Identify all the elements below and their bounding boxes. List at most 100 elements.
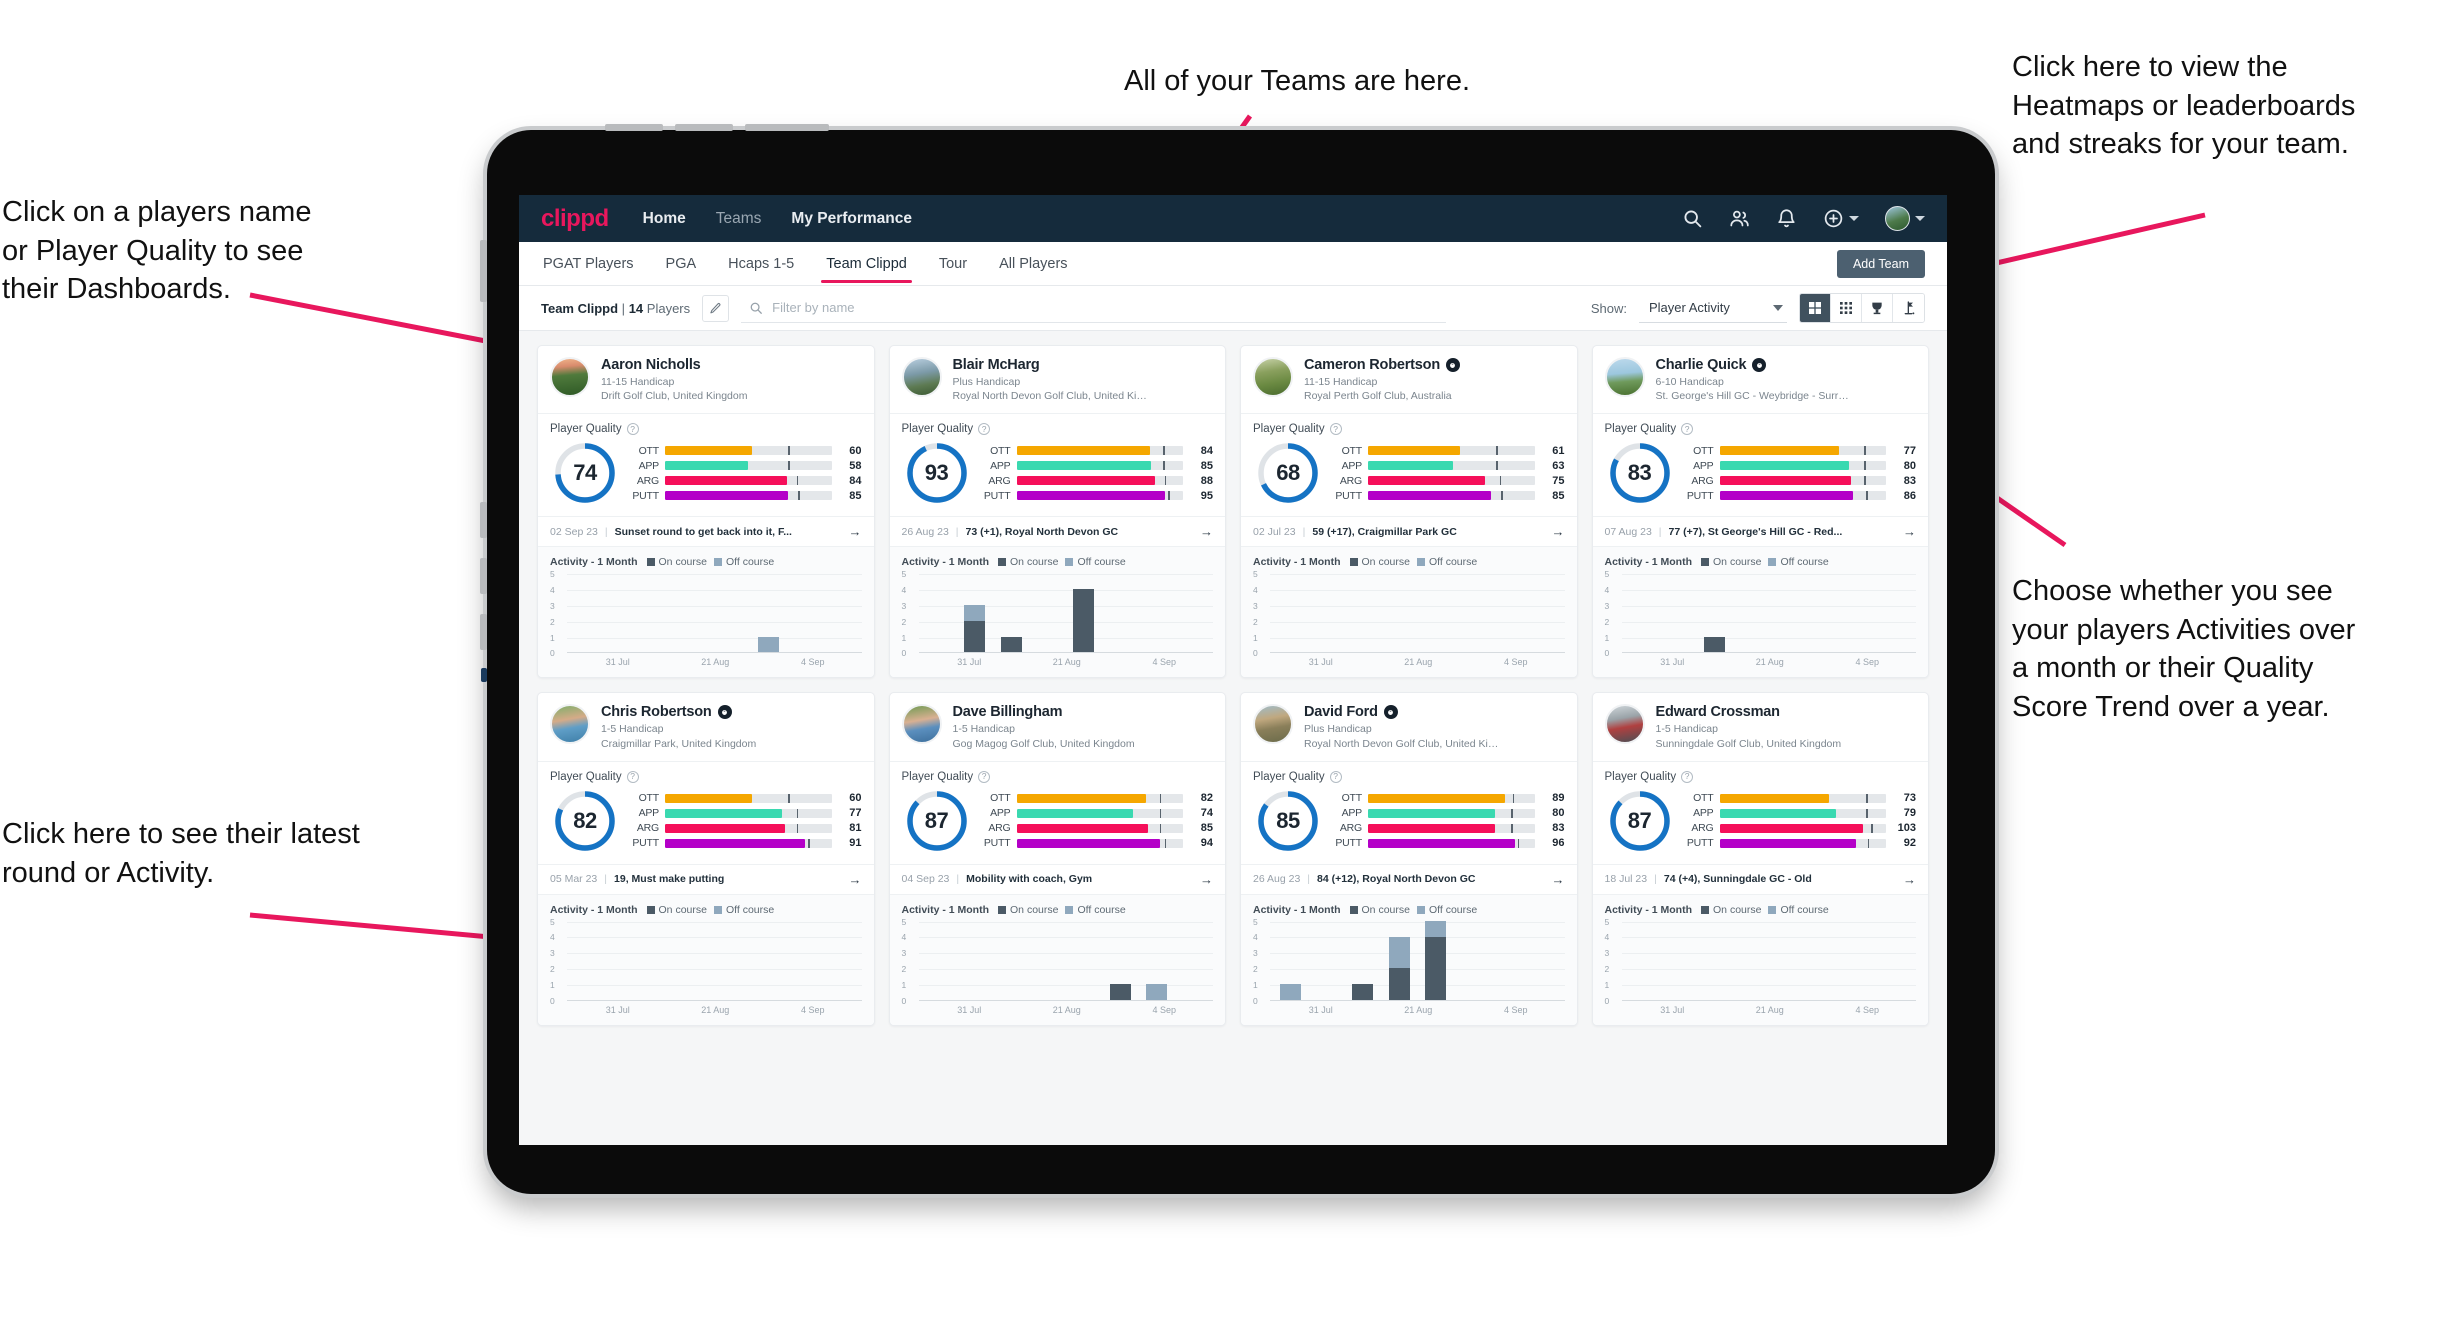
player-avatar[interactable] — [1604, 357, 1645, 397]
player-card-header[interactable]: David Ford Plus Handicap Royal North Dev… — [1241, 693, 1577, 762]
help-icon[interactable]: ? — [1681, 423, 1694, 436]
arrow-right-icon[interactable]: → — [1903, 524, 1916, 539]
search-field-wrapper[interactable] — [741, 294, 1447, 323]
help-icon[interactable]: ? — [1681, 770, 1694, 783]
player-quality-block[interactable]: Player Quality ? 74 OTT 60 APP 58 ARG 84… — [538, 414, 874, 518]
player-quality-block[interactable]: Player Quality ? 83 OTT 77 APP 80 ARG 83… — [1592, 414, 1928, 518]
player-card[interactable]: Edward Crossman 1-5 Handicap Sunningdale… — [1591, 692, 1929, 1026]
player-quality-block[interactable]: Player Quality ? 68 OTT 61 APP 63 ARG 75… — [1241, 414, 1577, 518]
clippd-logo[interactable]: clippd — [541, 205, 609, 233]
chevron-down-icon[interactable] — [1915, 216, 1925, 221]
player-name-row[interactable]: Chris Robertson — [601, 704, 756, 720]
help-icon[interactable]: ? — [626, 423, 639, 436]
player-avatar[interactable] — [1253, 357, 1293, 397]
arrow-right-icon[interactable]: → — [1903, 872, 1916, 887]
arrow-right-icon[interactable]: → — [1200, 524, 1213, 539]
latest-round-row[interactable]: 18 Jul 23 | 74 (+4), Sunningdale GC - Ol… — [1592, 865, 1928, 895]
player-name-row[interactable]: Edward Crossman — [1656, 704, 1842, 720]
player-avatar[interactable] — [901, 704, 942, 745]
player-quality-block[interactable]: Player Quality ? 93 OTT 84 APP 85 ARG 88… — [889, 414, 1225, 518]
player-name[interactable]: Blair McHarg — [953, 357, 1040, 373]
player-name[interactable]: Cameron Robertson — [1304, 357, 1440, 373]
help-icon[interactable]: ? — [626, 770, 639, 783]
player-quality-block[interactable]: Player Quality ? 87 OTT 73 APP 79 ARG 10… — [1592, 762, 1928, 865]
tab-all-players[interactable]: All Players — [997, 244, 1070, 283]
player-card-header[interactable]: Dave Billingham 1-5 Handicap Gog Magog G… — [889, 693, 1225, 762]
player-avatar[interactable] — [901, 357, 942, 397]
latest-round-row[interactable]: 02 Jul 23 | 59 (+17), Craigmillar Park G… — [1241, 517, 1577, 548]
player-quality-block[interactable]: Player Quality ? 82 OTT 60 APP 77 ARG 81… — [538, 762, 874, 865]
player-quality-block[interactable]: Player Quality ? 85 OTT 89 APP 80 ARG 83… — [1241, 762, 1577, 865]
latest-round-row[interactable]: 04 Sep 23 | Mobility with coach, Gym → — [889, 865, 1225, 895]
help-icon[interactable]: ? — [1329, 770, 1342, 783]
latest-round-row[interactable]: 05 Mar 23 | 19, Must make putting → — [538, 865, 874, 895]
search-icon[interactable] — [1682, 208, 1703, 229]
chevron-down-icon[interactable] — [1849, 216, 1859, 221]
add-circle-icon[interactable] — [1823, 208, 1844, 229]
help-icon[interactable]: ? — [978, 423, 991, 436]
arrow-right-icon[interactable]: → — [849, 524, 862, 539]
player-card-header[interactable]: Aaron Nicholls 11-15 Handicap Drift Golf… — [538, 346, 874, 415]
player-name[interactable]: David Ford — [1304, 704, 1378, 720]
account-menu[interactable] — [1885, 206, 1925, 231]
player-name[interactable]: Charlie Quick — [1656, 357, 1747, 373]
player-name-row[interactable]: Aaron Nicholls — [601, 357, 747, 373]
player-card-header[interactable]: Charlie Quick 6-10 Handicap St. George's… — [1592, 346, 1928, 415]
dense-grid-view-icon[interactable] — [1831, 294, 1862, 322]
player-card[interactable]: Chris Robertson 1-5 Handicap Craigmillar… — [537, 692, 875, 1026]
search-input[interactable] — [772, 300, 1439, 315]
arrow-right-icon[interactable]: → — [1552, 872, 1565, 887]
arrow-right-icon[interactable]: → — [1200, 872, 1213, 887]
arrow-right-icon[interactable]: → — [849, 872, 862, 887]
leaderboard-trophy-icon[interactable] — [1862, 294, 1893, 322]
help-icon[interactable]: ? — [1329, 423, 1342, 436]
player-card-header[interactable]: Cameron Robertson 11-15 Handicap Royal P… — [1241, 346, 1577, 415]
grid-view-icon[interactable] — [1800, 294, 1831, 322]
player-name[interactable]: Edward Crossman — [1656, 704, 1781, 720]
player-avatar[interactable] — [1604, 704, 1645, 745]
latest-round-row[interactable]: 26 Aug 23 | 73 (+1), Royal North Devon G… — [889, 517, 1225, 548]
add-menu[interactable] — [1823, 208, 1859, 229]
tab-pga[interactable]: PGA — [664, 244, 699, 283]
tab-team-clippd[interactable]: Team Clippd — [821, 244, 912, 283]
player-card[interactable]: Blair McHarg Plus Handicap Royal North D… — [888, 345, 1226, 679]
player-card-header[interactable]: Blair McHarg Plus Handicap Royal North D… — [889, 346, 1225, 415]
player-card[interactable]: David Ford Plus Handicap Royal North Dev… — [1240, 692, 1578, 1026]
player-card-header[interactable]: Edward Crossman 1-5 Handicap Sunningdale… — [1592, 693, 1928, 762]
add-team-button[interactable]: Add Team — [1836, 249, 1925, 278]
latest-round-row[interactable]: 02 Sep 23 | Sunset round to get back int… — [538, 517, 874, 548]
show-select[interactable]: Player Activity — [1639, 294, 1787, 323]
player-card[interactable]: Charlie Quick 6-10 Handicap St. George's… — [1591, 345, 1929, 679]
heatmap-flag-icon[interactable] — [1893, 294, 1924, 322]
help-icon[interactable]: ? — [978, 770, 991, 783]
nav-link-teams[interactable]: Teams — [716, 210, 762, 228]
people-icon[interactable] — [1729, 208, 1750, 229]
player-card-header[interactable]: Chris Robertson 1-5 Handicap Craigmillar… — [538, 693, 874, 762]
edit-team-button[interactable] — [702, 294, 730, 322]
notification-bell-icon[interactable] — [1776, 208, 1797, 229]
player-name-row[interactable]: Cameron Robertson — [1304, 357, 1460, 373]
arrow-right-icon[interactable]: → — [1552, 524, 1565, 539]
nav-link-my-performance[interactable]: My Performance — [791, 210, 912, 228]
player-name-row[interactable]: Charlie Quick — [1656, 357, 1852, 373]
player-name[interactable]: Aaron Nicholls — [601, 357, 701, 373]
latest-round-row[interactable]: 26 Aug 23 | 84 (+12), Royal North Devon … — [1241, 865, 1577, 895]
player-name[interactable]: Dave Billingham — [953, 704, 1063, 720]
player-card[interactable]: Aaron Nicholls 11-15 Handicap Drift Golf… — [537, 345, 875, 679]
player-avatar[interactable] — [550, 357, 590, 397]
user-avatar[interactable] — [1885, 206, 1910, 231]
player-card[interactable]: Cameron Robertson 11-15 Handicap Royal P… — [1240, 345, 1578, 679]
latest-round-row[interactable]: 07 Aug 23 | 77 (+7), St George's Hill GC… — [1592, 517, 1928, 548]
player-name-row[interactable]: Blair McHarg — [953, 357, 1149, 373]
tab-tour[interactable]: Tour — [937, 244, 969, 283]
player-name-row[interactable]: Dave Billingham — [953, 704, 1135, 720]
player-avatar[interactable] — [550, 704, 590, 745]
player-card[interactable]: Dave Billingham 1-5 Handicap Gog Magog G… — [888, 692, 1226, 1026]
player-quality-block[interactable]: Player Quality ? 87 OTT 82 APP 74 ARG 85… — [889, 762, 1225, 865]
player-avatar[interactable] — [1253, 704, 1293, 745]
tab-pgat-players[interactable]: PGAT Players — [541, 244, 636, 283]
tab-hcaps-1-5[interactable]: Hcaps 1-5 — [726, 244, 796, 283]
nav-link-home[interactable]: Home — [643, 210, 686, 228]
player-name[interactable]: Chris Robertson — [601, 704, 712, 720]
player-name-row[interactable]: David Ford — [1304, 704, 1500, 720]
